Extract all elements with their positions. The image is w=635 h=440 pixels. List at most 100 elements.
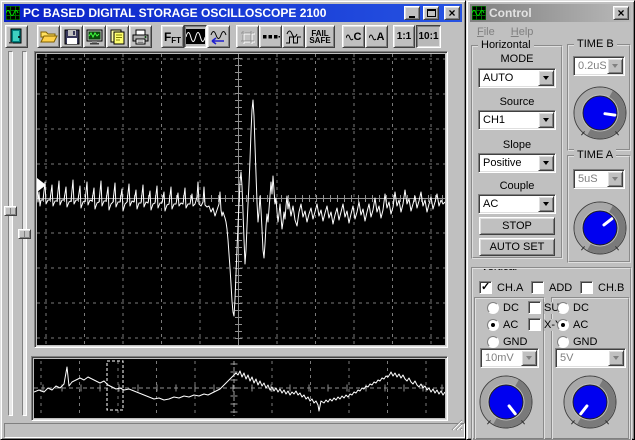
chb-ac-radio[interactable] — [557, 319, 569, 331]
overview-display[interactable] — [33, 359, 446, 418]
mode-dropdown-button[interactable] — [538, 70, 554, 86]
main-titlebar[interactable]: PC BASED DIGITAL STORAGE OSCILLOSCOPE 21… — [4, 4, 462, 22]
cha-checkbox[interactable] — [479, 280, 492, 294]
time-b-legend: TIME B — [574, 38, 617, 50]
cha-range-select: 10mV — [480, 348, 539, 368]
ratio-1-1-label: 1:1 — [396, 31, 412, 42]
notes-icon — [110, 29, 124, 44]
time-a-dropdown-button — [607, 171, 623, 187]
printer-icon — [132, 29, 149, 44]
mode-select[interactable]: AUTO — [478, 68, 556, 88]
fft-button[interactable]: FFT — [161, 25, 184, 48]
slope-value: Positive — [483, 157, 522, 169]
display-capture-button[interactable] — [83, 25, 106, 48]
couple-dropdown-button[interactable] — [538, 196, 554, 212]
slope-dropdown-button[interactable] — [538, 155, 554, 171]
stop-button[interactable]: STOP — [479, 217, 555, 235]
xy-checkbox[interactable] — [528, 318, 541, 331]
slope-select[interactable]: Positive — [478, 153, 556, 173]
notes-button[interactable] — [106, 25, 129, 48]
scope-display — [36, 54, 446, 345]
chb-dc-radio[interactable] — [557, 302, 569, 314]
cha-gnd-label: GND — [503, 336, 528, 348]
chb-position-slider-thumb[interactable] — [18, 229, 31, 239]
chevron-down-icon — [543, 76, 549, 80]
sub-checkbox[interactable] — [528, 301, 541, 314]
time-b-knob[interactable] — [571, 84, 629, 147]
cha-ac-radio[interactable] — [487, 319, 499, 331]
grid-icon — [241, 30, 255, 44]
chevron-down-icon — [612, 177, 618, 181]
chb-gain-knob[interactable] — [561, 373, 619, 436]
main-window: PC BASED DIGITAL STORAGE OSCILLOSCOPE 21… — [0, 0, 466, 440]
grid-toggle-button[interactable] — [236, 25, 259, 48]
control-titlebar[interactable]: Control × — [470, 4, 631, 22]
time-a-select: 5uS — [573, 169, 625, 189]
close-button[interactable]: × — [444, 6, 460, 20]
save-button[interactable] — [60, 25, 83, 48]
wave-a-button[interactable]: A — [365, 25, 388, 48]
ratio-10-1-label: 10:1 — [418, 31, 439, 42]
cha-position-slider-track[interactable] — [8, 51, 13, 416]
couple-label: Couple — [499, 180, 535, 192]
main-title: PC BASED DIGITAL STORAGE OSCILLOSCOPE 21… — [23, 6, 327, 20]
time-a-knob[interactable] — [571, 199, 629, 262]
couple-select[interactable]: AC — [478, 194, 556, 214]
horizontal-group: Horizontal MODE AUTO Source CH1 Slope Po… — [471, 39, 563, 259]
control-title: Control — [489, 6, 532, 20]
square-wave-button[interactable] — [282, 25, 305, 48]
scope-screen-icon — [86, 29, 103, 44]
cha-gnd-radio[interactable] — [487, 336, 499, 348]
time-b-group: TIME B 0.2uS — [567, 38, 631, 151]
fail-safe-label: FAIL SAFE — [309, 28, 331, 45]
auto-set-button[interactable]: AUTO SET — [479, 238, 555, 256]
source-value: CH1 — [483, 114, 506, 126]
stop-label: STOP — [502, 220, 532, 232]
horizontal-legend: Horizontal — [478, 39, 534, 51]
ratio-10-1-button[interactable]: 10:1 — [416, 25, 441, 48]
save-floppy-icon — [64, 29, 79, 44]
control-close-icon: × — [617, 6, 625, 20]
app-icon — [6, 6, 20, 20]
time-a-value: 5uS — [578, 173, 598, 185]
ratio-1-1-button[interactable]: 1:1 — [393, 25, 415, 48]
cha-position-slider-thumb[interactable] — [4, 206, 17, 216]
control-icon — [472, 6, 486, 20]
cha-label: CH.A — [497, 282, 524, 294]
open-button[interactable] — [37, 25, 60, 48]
exit-door-icon — [9, 28, 22, 44]
dotted-line-button[interactable] — [259, 25, 282, 48]
square-wave-icon — [285, 30, 301, 43]
chb-gnd-radio[interactable] — [557, 336, 569, 348]
print-button[interactable] — [129, 25, 152, 48]
add-label: ADD — [549, 282, 573, 294]
chb-checkbox[interactable] — [580, 281, 593, 294]
exit-button[interactable] — [5, 25, 28, 48]
chevron-down-icon — [612, 64, 618, 68]
add-checkbox[interactable] — [531, 281, 544, 294]
time-b-dropdown-button — [607, 58, 623, 74]
resize-grip[interactable] — [450, 418, 463, 436]
source-dropdown-button[interactable] — [538, 112, 554, 128]
chb-range-dropdown-button — [608, 350, 624, 366]
control-window: Control × File Help Horizontal MODE AUTO… — [466, 0, 635, 440]
chevron-down-icon — [543, 161, 549, 165]
chb-ac-label: AC — [573, 319, 589, 331]
minimize-button[interactable] — [404, 6, 420, 20]
mode-value: AUTO — [483, 72, 514, 84]
overview-frame — [31, 356, 448, 421]
maximize-button[interactable] — [423, 6, 439, 20]
waveform-mode-button[interactable] — [184, 25, 207, 48]
maximize-icon — [426, 9, 436, 17]
cha-ac-label: AC — [503, 319, 519, 331]
time-a-group: TIME A 5uS — [567, 149, 631, 263]
source-select[interactable]: CH1 — [478, 110, 556, 130]
single-shot-button[interactable] — [207, 25, 230, 48]
fail-safe-button[interactable]: FAIL SAFE — [305, 25, 335, 48]
mode-label: MODE — [500, 53, 534, 65]
auto-set-label: AUTO SET — [489, 241, 545, 253]
control-close-button[interactable]: × — [613, 6, 629, 20]
wave-c-button[interactable]: C — [342, 25, 365, 48]
cha-gain-knob[interactable] — [477, 373, 535, 436]
cha-dc-radio[interactable] — [487, 302, 499, 314]
